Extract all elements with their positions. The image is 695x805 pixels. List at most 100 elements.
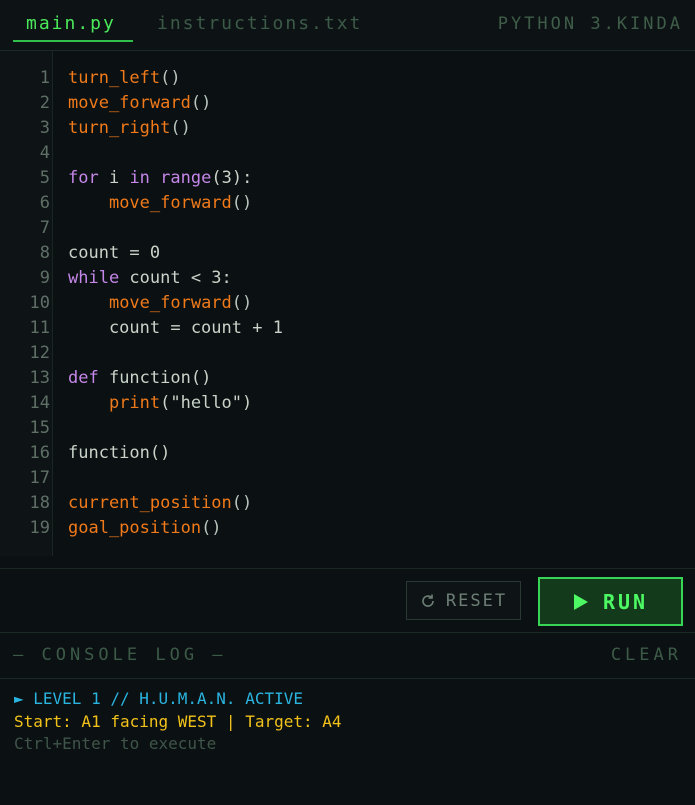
code-token: i xyxy=(98,168,130,188)
reset-icon xyxy=(422,594,434,607)
code-text: turn_left() xyxy=(68,66,181,91)
code-token: () xyxy=(160,68,181,88)
play-icon xyxy=(573,593,588,610)
code-line: 7 xyxy=(0,216,695,241)
code-line: 19 goal_position() xyxy=(0,516,695,541)
line-number: 9 xyxy=(39,268,50,288)
code-text: function() xyxy=(68,441,170,466)
code-line: 5 for i in range(3): xyxy=(0,166,695,191)
line-number: 15 xyxy=(29,418,50,438)
line-number: 8 xyxy=(39,243,50,263)
code-token: () xyxy=(231,193,253,213)
run-label: RUN xyxy=(602,589,649,614)
console-log-line: Start: A1 facing WEST | Target: A4 xyxy=(14,712,342,731)
line-number: 7 xyxy=(39,218,50,238)
code-line: 18 current_position() xyxy=(0,491,695,516)
line-number: 17 xyxy=(29,468,50,488)
line-number: 3 xyxy=(39,118,50,138)
code-token: function() xyxy=(68,443,171,463)
line-number: 1 xyxy=(39,68,50,88)
code-text: turn_right() xyxy=(68,116,191,141)
line-number: 6 xyxy=(39,193,50,213)
clear-button[interactable]: CLEAR xyxy=(611,645,682,665)
code-token: while xyxy=(68,268,120,288)
line-number: 16 xyxy=(29,443,50,463)
reset-label: RESET xyxy=(445,590,508,611)
code-token: count < 3: xyxy=(119,268,232,288)
line-number: 19 xyxy=(29,518,50,538)
code-line: 1 turn_left() xyxy=(0,66,695,91)
code-line: 8 count = 0 xyxy=(0,241,695,266)
code-token: count = count + 1 xyxy=(68,318,283,338)
line-number: 11 xyxy=(29,318,50,338)
code-text: for i in range(3): xyxy=(68,166,252,191)
code-token: (3): xyxy=(211,168,253,188)
code-token: function() xyxy=(98,368,212,388)
code-line: 15 xyxy=(0,416,695,441)
tab-main-py[interactable]: main.py xyxy=(26,13,116,34)
code-text: goal_position() xyxy=(68,516,222,541)
code-token: ("hello") xyxy=(160,393,253,413)
tab-instructions-txt[interactable]: instructions.txt xyxy=(157,13,362,34)
code-line: 6 move_forward() xyxy=(0,191,695,216)
code-text: move_forward() xyxy=(68,91,211,116)
code-editor[interactable]: 1 turn_left() 2 move_forward() 3 turn_right()… xyxy=(0,51,695,556)
line-number: 12 xyxy=(29,343,50,363)
code-token: () xyxy=(231,493,253,513)
code-text: count = count + 1 xyxy=(68,316,283,341)
line-number: 4 xyxy=(39,143,50,163)
line-number: 2 xyxy=(39,93,50,113)
code-text: move_forward() xyxy=(68,291,252,316)
console-header: — CONSOLE LOG — CLEAR xyxy=(0,633,695,679)
code-text: print("hello") xyxy=(68,391,252,416)
line-number: 18 xyxy=(29,493,50,513)
code-token: turn_right xyxy=(68,118,171,138)
code-line: 17 xyxy=(0,466,695,491)
language-label: PYTHON 3.KINDA xyxy=(497,14,683,34)
run-button[interactable]: RUN xyxy=(538,577,683,626)
code-text: while count < 3: xyxy=(68,266,232,291)
code-line: 14 print("hello") xyxy=(0,391,695,416)
code-token: in xyxy=(129,168,150,188)
code-token: move_forward xyxy=(108,293,232,313)
line-number: 10 xyxy=(29,293,50,313)
code-token: () xyxy=(201,518,222,538)
code-line: 2 move_forward() xyxy=(0,91,695,116)
code-line: 13 def function() xyxy=(0,366,695,391)
code-line: 16 function() xyxy=(0,441,695,466)
reset-button[interactable]: RESET xyxy=(406,581,521,620)
code-token: print xyxy=(108,393,161,413)
code-token: move_forward xyxy=(68,93,191,113)
code-token: () xyxy=(231,293,253,313)
console-log-line: Ctrl+Enter to execute xyxy=(14,734,217,753)
line-number: 5 xyxy=(39,168,50,188)
code-line: 10 move_forward() xyxy=(0,291,695,316)
code-line: 12 xyxy=(0,341,695,366)
code-token: def xyxy=(68,368,99,388)
code-text: move_forward() xyxy=(68,191,252,216)
code-token: for xyxy=(68,168,99,188)
line-number: 13 xyxy=(29,368,50,388)
code-text: current_position() xyxy=(68,491,252,516)
code-line: 11 count = count + 1 xyxy=(0,316,695,341)
code-token: turn_left xyxy=(68,68,161,88)
code-text: count = 0 xyxy=(68,241,160,266)
code-token: range xyxy=(160,168,212,188)
active-tab-indicator xyxy=(13,40,133,42)
code-line: 9 while count < 3: xyxy=(0,266,695,291)
code-text: def function() xyxy=(68,366,211,391)
code-token: () xyxy=(170,118,191,138)
line-number: 14 xyxy=(29,393,50,413)
code-token: current_position xyxy=(68,493,232,513)
console-log-line: ► LEVEL 1 // H.U.M.A.N. ACTIVE xyxy=(14,689,303,708)
tab-bar: main.py instructions.txt PYTHON 3.KINDA xyxy=(0,0,695,51)
code-token: () xyxy=(190,93,212,113)
code-token: move_forward xyxy=(108,193,232,213)
code-line: 4 xyxy=(0,141,695,166)
code-line: 3 turn_right() xyxy=(0,116,695,141)
console-title: — CONSOLE LOG — xyxy=(13,645,227,665)
